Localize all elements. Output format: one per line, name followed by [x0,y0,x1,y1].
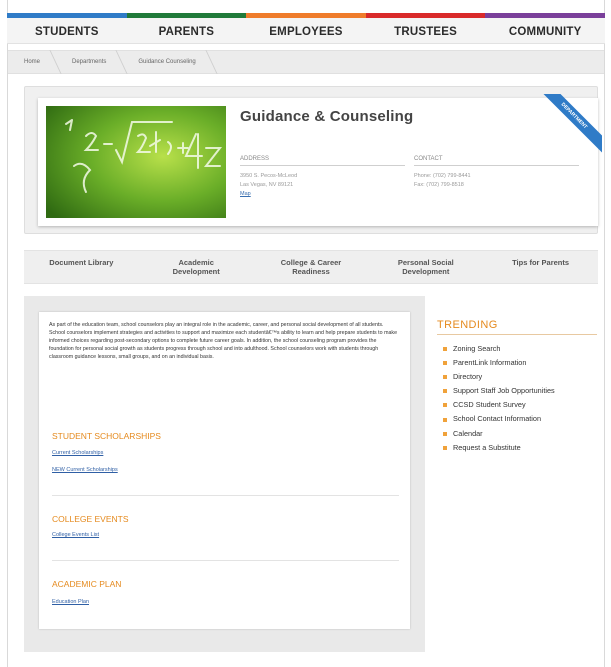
square-bullet-icon [443,445,447,450]
square-bullet-icon [443,431,447,436]
dept-tab-label-line2: Development [402,267,450,276]
square-bullet-icon [443,347,447,352]
trending-item-label: Directory [453,372,483,382]
trending-item-label: Request a Substitute [453,442,521,452]
nav-students[interactable]: STUDENTS [7,18,127,43]
nav-community[interactable]: COMMUNITY [485,18,605,43]
breadcrumb-departments[interactable]: Departments [56,50,122,74]
trending-item[interactable]: Calendar [443,427,555,441]
nav-trustees[interactable]: TRUSTEES [366,18,486,43]
trending-item[interactable]: School Contact Information [443,412,555,426]
address-line-1: 3950 S. Pecos-McLeod [240,173,298,179]
dept-tab-college-career[interactable]: College & Career Readiness [254,251,369,283]
section-divider [52,495,399,496]
trending-item-label: ParentLink Information [453,358,527,368]
trending-item[interactable]: ParentLink Information [443,356,555,370]
phone-number: Phone: (702) 799-8441 [414,173,471,179]
intro-paragraph: As part of the education team, school co… [49,322,398,360]
breadcrumb: Home Departments Guidance Counseling [8,50,604,74]
dept-tab-document-library[interactable]: Document Library [24,251,139,283]
trending-divider [437,334,597,335]
department-ribbon: DEPARTMENT [532,94,602,164]
nav-employees[interactable]: EMPLOYEES [246,18,366,43]
dept-tab-label: Academic [178,258,214,267]
trending-item-label: Zoning Search [453,344,501,353]
square-bullet-icon [443,375,447,380]
trending-item[interactable]: Support Staff Job Opportunities [443,384,555,398]
dept-tab-label: Personal Social [397,258,454,267]
trending-list: Zoning Search ParentLink Information Dir… [443,342,555,455]
dept-tab-personal-social[interactable]: Personal Social Development [368,251,483,283]
trending-item-label: Support Staff Job Opportunities [453,386,555,396]
trending-title: TRENDING [437,319,498,331]
main-nav: STUDENTS PARENTS EMPLOYEES TRUSTEES COMM… [7,18,605,44]
map-link[interactable]: Map [240,190,405,199]
department-ribbon-label: DEPARTMENT [534,94,602,156]
trending-item[interactable]: Zoning Search [443,342,555,356]
dept-tab-tips-for-parents[interactable]: Tips for Parents [483,251,598,283]
address-label: ADDRESS [240,156,405,166]
trending-item-label: CCSD Student Survey [453,400,526,410]
link-college-events-list[interactable]: College Events List [52,532,99,538]
dept-tab-label: Document Library [49,258,114,267]
nav-parents[interactable]: PARENTS [127,18,247,43]
dept-tab-label: Tips for Parents [512,258,570,267]
address-line-2: Las Vegas, NV 89121 [240,182,294,188]
breadcrumb-home[interactable]: Home [8,50,56,74]
trending-item-label: School Contact Information [453,414,542,424]
section-title-scholarships: STUDENT SCHOLARSHIPS [52,431,161,441]
square-bullet-icon [443,361,447,366]
square-bullet-icon [443,403,447,408]
trending-item[interactable]: Request a Substitute [443,441,555,455]
link-current-scholarships[interactable]: Current Scholarships [52,450,103,456]
dept-tab-label-line2: Development [172,267,220,276]
square-bullet-icon [443,417,447,422]
square-bullet-icon [443,389,447,394]
dept-tab-academic-development[interactable]: Academic Development [139,251,254,283]
trending-item[interactable]: CCSD Student Survey [443,398,555,412]
fax-number: Fax: (702) 799-8518 [414,182,464,188]
trending-item[interactable]: Directory [443,370,555,384]
address-block: ADDRESS 3950 S. Pecos-McLeod Las Vegas, … [240,156,405,199]
section-title-college-events: COLLEGE EVENTS [52,514,129,524]
link-education-plan[interactable]: Education Plan [52,599,89,605]
link-new-current-scholarships[interactable]: NEW Current Scholarships [52,467,118,473]
trending-item-label: Calendar [453,428,483,438]
chalkboard-math-image [46,106,226,218]
department-header-card: Guidance & Counseling ADDRESS 3950 S. Pe… [38,94,602,226]
dept-tab-label-line2: Readiness [292,267,330,276]
section-divider [52,560,399,561]
department-nav: Document Library Academic Development Co… [24,250,598,284]
section-title-academic-plan: ACADEMIC PLAN [52,579,122,589]
department-title: Guidance & Counseling [240,108,414,125]
dept-tab-label: College & Career [280,258,342,267]
content-panel: As part of the education team, school co… [39,312,410,629]
breadcrumb-current: Guidance Counseling [122,50,211,74]
